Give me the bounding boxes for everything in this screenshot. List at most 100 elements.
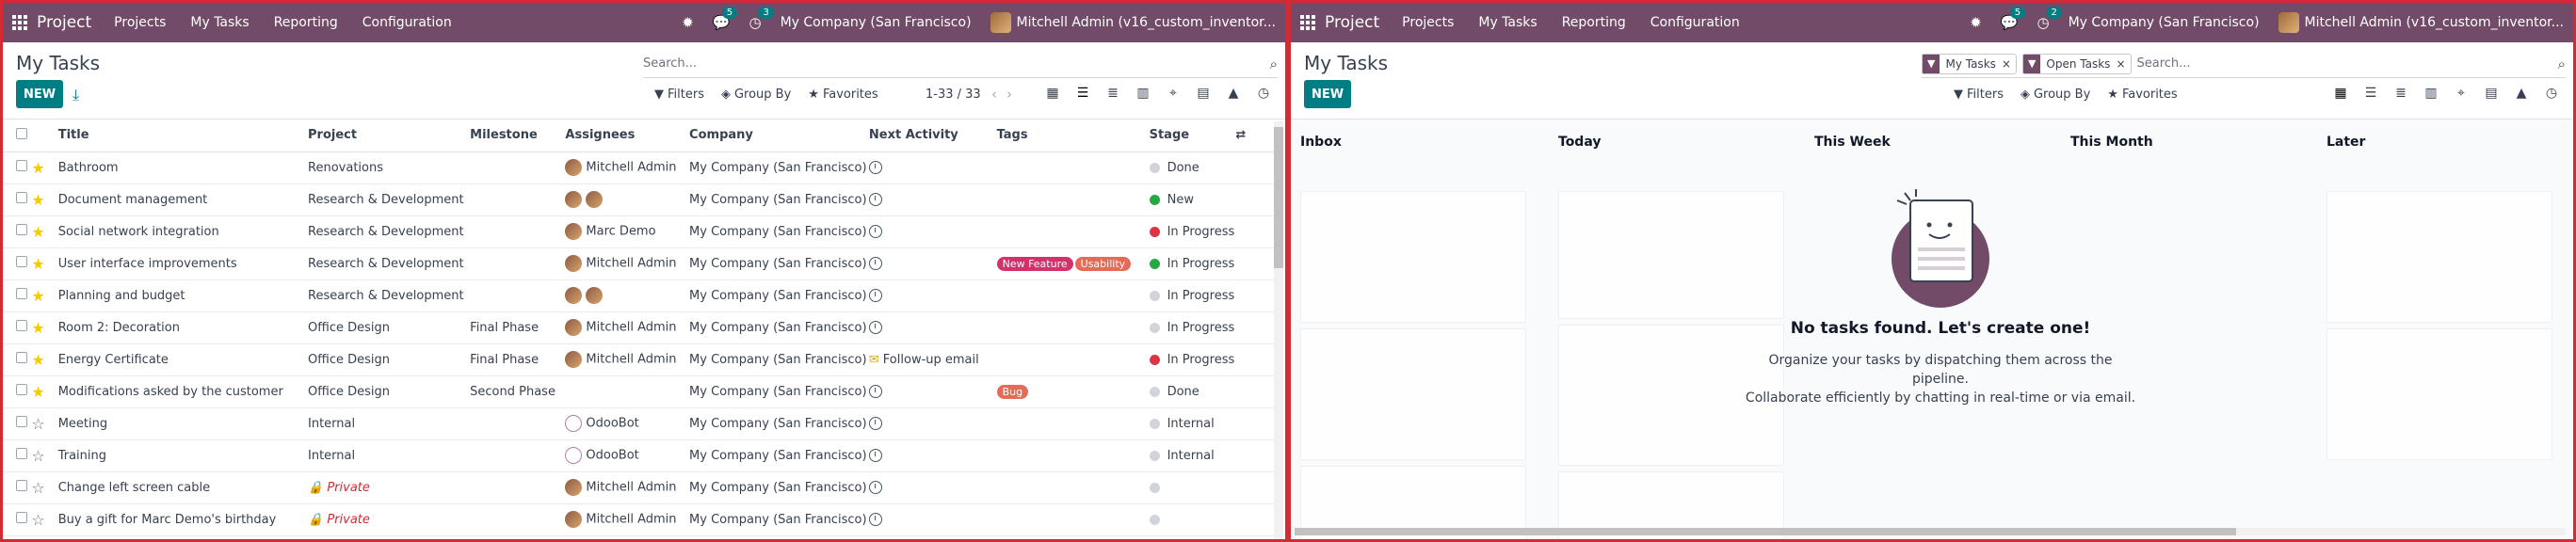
column-title[interactable]: Title [57,120,309,152]
column-stage[interactable]: Stage [1149,120,1236,152]
company-switcher[interactable]: My Company (San Francisco) [2069,15,2260,30]
clock-icon[interactable] [868,481,882,494]
activity-view-icon[interactable]: ≣ [1104,86,1121,101]
row-checkbox[interactable] [16,448,27,459]
priority-star-icon[interactable]: ★ [31,287,44,305]
kanban-state-dot[interactable] [1149,354,1160,365]
table-row[interactable]: ★ User interface improvements Research & D… [3,247,1274,280]
column-assignees[interactable]: Assignees [565,120,690,152]
search-input[interactable] [643,56,1264,71]
title-cell[interactable]: Buy a gift for Marc Demo's birthday [57,503,309,536]
priority-star-icon[interactable]: ☆ [31,479,44,497]
table-row[interactable]: ★ Modifications asked by the customer Offi… [3,375,1274,408]
column-next-activity[interactable]: Next Activity [868,120,997,152]
column-project[interactable]: Project [308,120,471,152]
search-bar[interactable]: ⌕ [643,50,1278,78]
company-switcher[interactable]: My Company (San Francisco) [781,15,972,30]
kanban-state-dot[interactable] [1149,290,1160,301]
kanban-view-icon[interactable]: ▦ [1044,86,1061,101]
column-company[interactable]: Company [689,120,869,152]
map-view-icon[interactable]: ⌖ [2453,86,2470,101]
search-bar[interactable]: ▼My Tasks× ▼Open Tasks× ⌕ [1922,50,2566,78]
activity-clock-icon[interactable]: ◷ 2 [2037,7,2062,31]
search-input[interactable] [2136,56,2552,71]
filters-toggle[interactable]: ▼ Filters [654,88,704,102]
apps-menu-icon[interactable] [1300,15,1315,30]
list-view-icon[interactable]: ☰ [1074,86,1091,101]
activity-clock-icon[interactable]: ◷ 3 [749,7,774,31]
priority-star-icon[interactable]: ★ [31,191,44,209]
download-icon[interactable]: ⤓ [72,86,79,104]
clock-icon[interactable] [868,257,882,270]
column-this-month[interactable]: This Month [2070,135,2153,150]
graph-view-icon[interactable]: ▲ [2513,86,2530,101]
facet-open-tasks[interactable]: ▼ Open Tasks × [2021,53,2132,74]
kanban-state-dot[interactable] [1149,226,1160,237]
kanban-view-icon[interactable]: ▦ [2332,86,2349,101]
menu-my-tasks[interactable]: My Tasks [1478,15,1537,30]
select-all-checkbox[interactable] [16,127,27,139]
graph-view-icon[interactable]: ▲ [1225,86,1242,101]
menu-configuration[interactable]: Configuration [1650,15,1740,30]
table-row[interactable]: ★ Document management Research & Developme… [3,183,1274,216]
clock-icon[interactable] [868,513,882,526]
apps-menu-icon[interactable] [12,15,27,30]
table-row[interactable]: ★ Planning and budget Research & Developme… [3,279,1274,312]
row-checkbox[interactable] [16,416,27,427]
pager-arrows[interactable]: ‹› [991,86,1022,103]
row-checkbox[interactable] [16,288,27,299]
table-row[interactable]: ★ Bathroom Renovations Mitchell Admin My Com… [3,151,1274,184]
priority-star-icon[interactable]: ☆ [31,447,44,465]
priority-star-icon[interactable]: ★ [31,255,44,273]
column-this-week[interactable]: This Week [1814,135,1891,150]
column-tags[interactable]: Tags [996,120,1150,152]
title-cell[interactable]: Meeting [57,407,309,440]
table-row[interactable]: ★ Room 2: Decoration Office Design Final Ph… [3,311,1274,344]
title-cell[interactable]: Document management [57,183,309,216]
calendar-view-icon[interactable]: ▥ [2423,86,2439,101]
column-later[interactable]: Later [2326,135,2365,150]
row-checkbox[interactable] [16,384,27,395]
table-row[interactable]: ★ Social network integration Research & De… [3,215,1274,248]
groupby-toggle[interactable]: ◈ Group By [2021,88,2090,102]
title-cell[interactable]: Modifications asked by the customer [57,375,309,408]
menu-configuration[interactable]: Configuration [362,15,452,30]
menu-my-tasks[interactable]: My Tasks [190,15,249,30]
user-menu[interactable]: Mitchell Admin (v16_custom_inventor... [990,12,1276,33]
row-checkbox[interactable] [16,224,27,235]
column-inbox[interactable]: Inbox [1300,135,1342,150]
title-cell[interactable]: Social network integration [57,215,309,248]
activity-clock-view-icon[interactable]: ◷ [2543,86,2560,101]
envelope-icon[interactable]: ✉ [869,353,879,367]
menu-reporting[interactable]: Reporting [1562,15,1626,30]
table-row[interactable]: ☆ Training Internal OdooBot My Company (San … [3,439,1274,472]
groupby-toggle[interactable]: ◈ Group By [721,88,791,102]
kanban-state-dot[interactable] [1149,258,1160,269]
map-view-icon[interactable]: ⌖ [1165,86,1182,101]
app-brand[interactable]: Project [37,13,91,32]
pager-value[interactable]: 1-33 / 33 [926,88,981,102]
title-cell[interactable]: Change left screen cable [57,471,309,504]
bug-icon[interactable]: ✹ [682,14,694,31]
new-button[interactable]: NEW [16,80,63,108]
messages-icon[interactable]: 💬 5 [713,7,738,31]
row-checkbox[interactable] [16,160,27,171]
priority-star-icon[interactable]: ☆ [31,415,44,433]
close-icon[interactable]: × [2116,57,2130,71]
title-cell[interactable]: Bathroom [57,151,309,184]
kanban-state-dot[interactable] [1149,322,1160,333]
clock-icon[interactable] [868,225,882,238]
table-row[interactable]: ☆ Change left screen cable 🔒 Private Mitche… [3,471,1274,504]
clock-icon[interactable] [868,289,882,302]
kanban-state-dot[interactable] [1149,482,1160,493]
priority-star-icon[interactable]: ★ [31,319,44,337]
table-row[interactable]: ★ Energy Certificate Office Design Final Ph… [3,343,1274,376]
horizontal-scrollbar[interactable] [1295,528,2566,535]
search-icon[interactable]: ⌕ [1270,56,1278,72]
column-today[interactable]: Today [1558,135,1601,150]
calendar-view-icon[interactable]: ▥ [1135,86,1151,101]
app-brand[interactable]: Project [1325,13,1379,32]
vertical-scrollbar[interactable] [1274,121,1283,539]
menu-projects[interactable]: Projects [1402,15,1454,30]
kanban-state-dot[interactable] [1149,194,1160,205]
